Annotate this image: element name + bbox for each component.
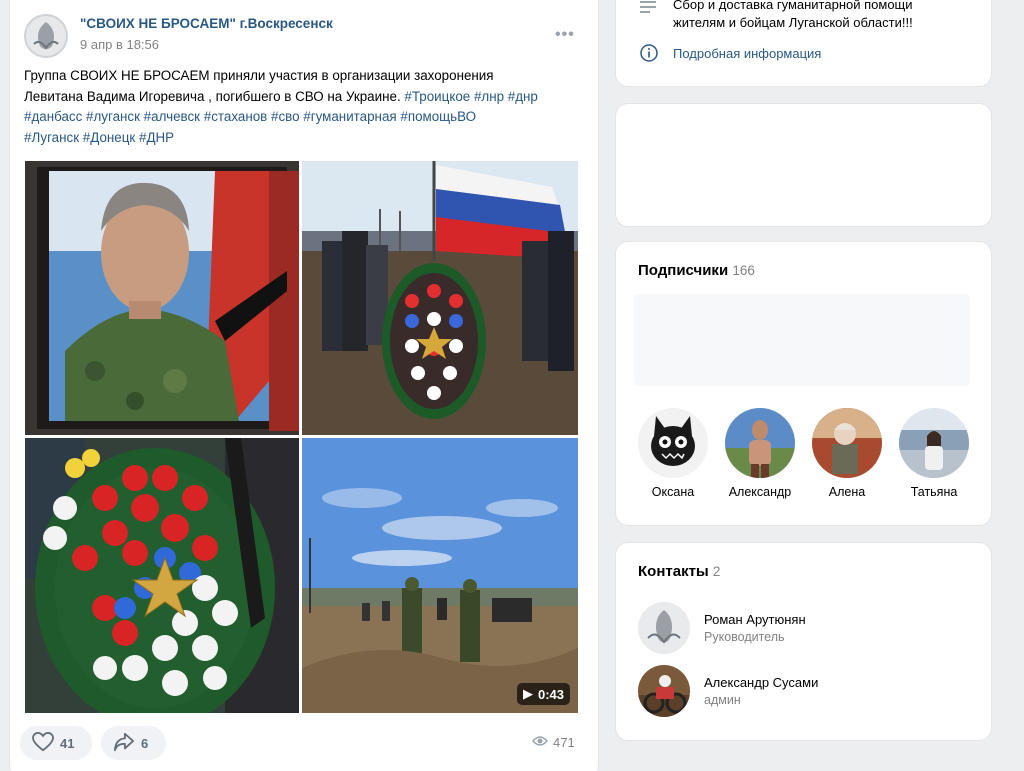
photo-funeral-flag[interactable] [302, 161, 578, 435]
group-description: Сбор и доставка гуманитарной помощи жите… [673, 0, 973, 32]
eye-icon [532, 735, 548, 750]
subscriber-avatar[interactable] [812, 408, 882, 478]
subscriber-item[interactable]: Оксана [633, 408, 713, 499]
views-count: 471 [553, 735, 575, 750]
hashtags[interactable]: #данбасс #луганск #алчевск #стаханов #св… [24, 107, 584, 128]
video-honor-guard[interactable]: ▶ 0:43 [302, 438, 578, 713]
contacts-label: Контакты [638, 563, 709, 580]
subscriber-item[interactable]: Алена [807, 408, 887, 499]
blurred-card [616, 104, 991, 226]
post-text-line: Группа СВОИХ НЕ БРОСАЕМ приняли участия … [24, 68, 494, 83]
post-text: Группа СВОИХ НЕ БРОСАЕМ приняли участия … [24, 66, 584, 148]
contact-item[interactable]: Роман Арутюнян Руководитель [638, 602, 806, 654]
contact-role: Руководитель [704, 630, 785, 644]
photo-portrait[interactable] [25, 161, 299, 435]
hashtags[interactable]: #Луганск #Донецк #ДНР [24, 128, 584, 149]
more-info-link[interactable]: Подробная информация [673, 46, 821, 61]
play-icon: ▶ [522, 686, 533, 701]
like-count: 41 [60, 735, 75, 751]
share-button[interactable]: 6 [101, 726, 166, 760]
subscriber-name[interactable]: Оксана [633, 485, 713, 499]
contact-name[interactable]: Александр Сусами [704, 675, 818, 690]
contact-name[interactable]: Роман Арутюнян [704, 612, 806, 627]
hashtags[interactable]: #Троицкое #лнр #днр [404, 89, 537, 104]
post-date[interactable]: 9 апр в 18:56 [80, 37, 159, 52]
subscribers-count: 166 [732, 263, 755, 278]
contact-avatar[interactable] [638, 602, 690, 654]
subscriber-name[interactable]: Татьяна [894, 485, 974, 499]
video-duration-badge: ▶ 0:43 [516, 683, 570, 705]
contacts-title[interactable]: Контакты 2 [638, 563, 720, 580]
views-counter: 471 [532, 735, 575, 750]
subscriber-name[interactable]: Алена [807, 485, 887, 499]
share-icon [113, 732, 135, 755]
photo-wreath[interactable] [25, 438, 299, 713]
subscribers-title[interactable]: Подписчики 166 [638, 262, 755, 279]
subscriber-item[interactable]: Александр [720, 408, 800, 499]
blurred-area [634, 294, 970, 386]
description-line: Сбор и доставка гуманитарной помощи [673, 0, 913, 12]
contact-avatar[interactable] [638, 665, 690, 717]
more-options-icon[interactable]: ••• [555, 26, 575, 44]
group-avatar[interactable] [24, 14, 68, 58]
heart-icon [32, 731, 54, 755]
subscriber-avatar[interactable] [899, 408, 969, 478]
contact-item[interactable]: Александр Сусами админ [638, 665, 818, 717]
post-text-line: Левитана Вадима Игоревича , погибшего в … [24, 88, 401, 104]
post-author[interactable]: "СВОИХ НЕ БРОСАЕМ" г.Воскресенск [80, 16, 333, 31]
info-icon [640, 44, 658, 67]
description-icon [640, 0, 656, 19]
subscriber-name[interactable]: Александр [720, 485, 800, 499]
contacts-count: 2 [712, 564, 721, 579]
subscriber-avatar[interactable] [725, 408, 795, 478]
video-duration: 0:43 [537, 686, 564, 702]
wall-post: "СВОИХ НЕ БРОСАЕМ" г.Воскресенск 9 апр в… [10, 0, 598, 771]
group-info-card: Сбор и доставка гуманитарной помощи жите… [616, 0, 991, 86]
subscriber-avatar[interactable] [638, 408, 708, 478]
like-button[interactable]: 41 [20, 726, 92, 760]
contacts-card: Контакты 2 Роман Арутюнян Руководитель А… [616, 543, 991, 740]
contact-role: админ [704, 693, 741, 707]
share-count: 6 [141, 735, 149, 751]
description-line: жителям и бойцам Луганской области!!! [673, 15, 913, 30]
subscriber-item[interactable]: Татьяна [894, 408, 974, 499]
subscribers-label: Подписчики [638, 262, 729, 279]
